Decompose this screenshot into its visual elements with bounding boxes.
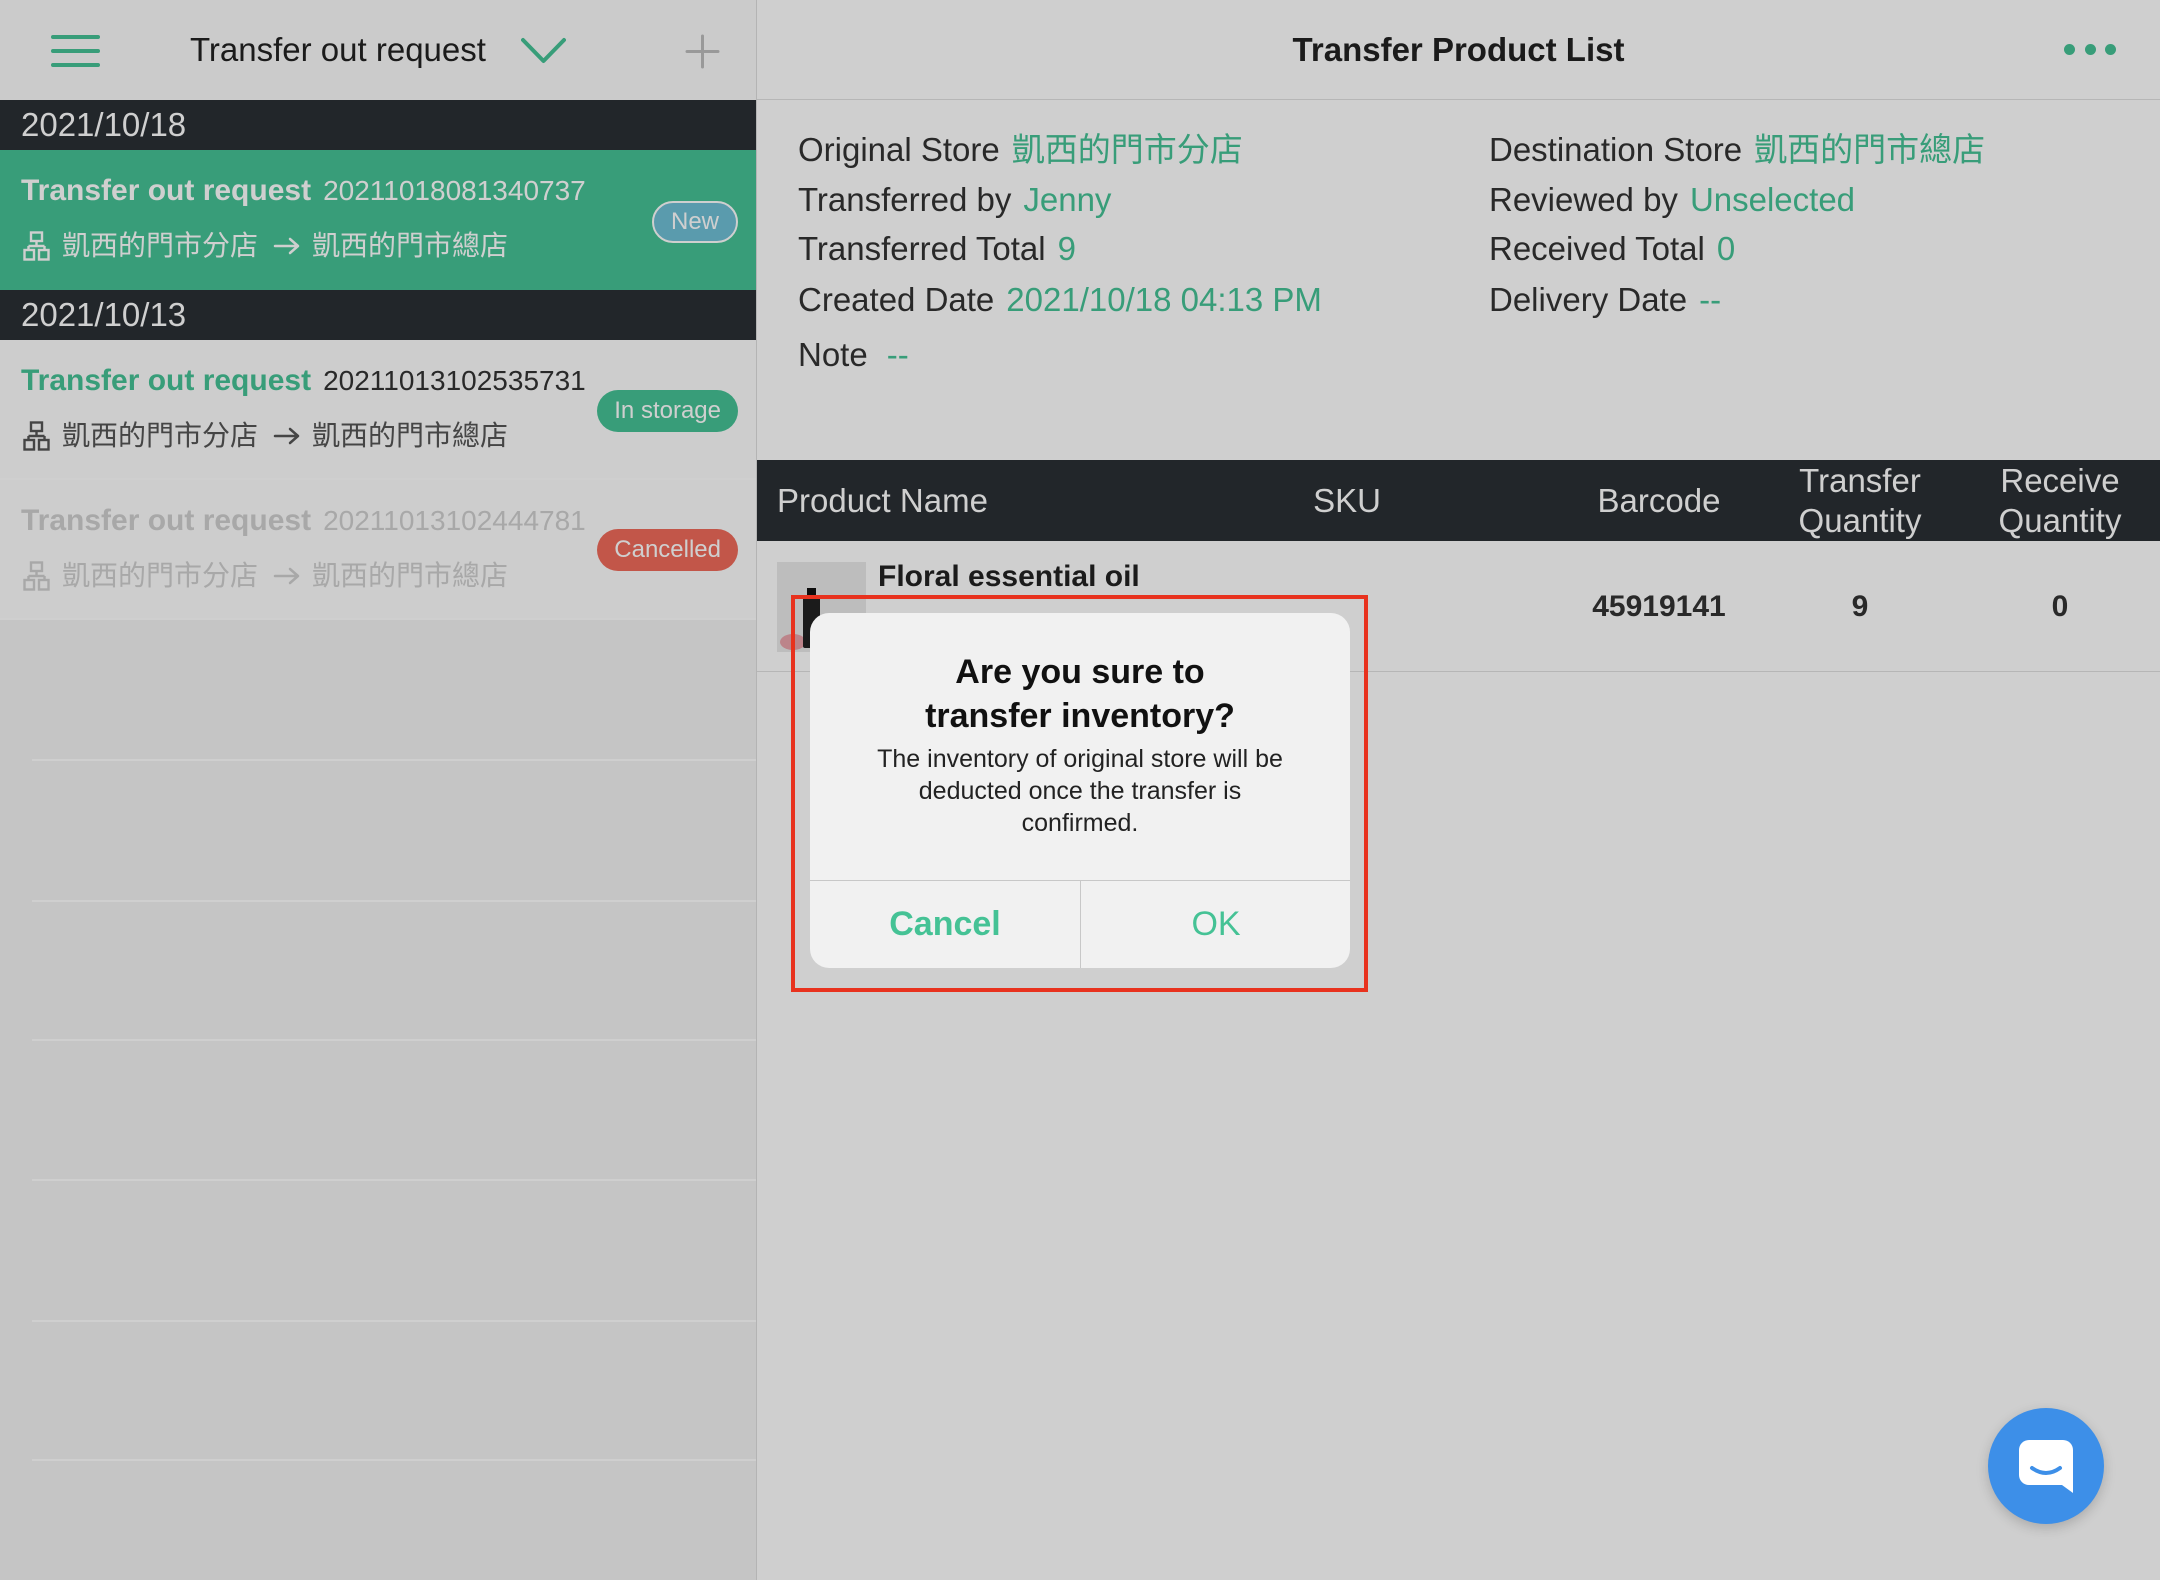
chat-button[interactable] bbox=[1988, 1408, 2104, 1524]
chat-bubble-icon bbox=[2019, 1440, 2073, 1493]
highlight-box bbox=[791, 595, 1368, 992]
